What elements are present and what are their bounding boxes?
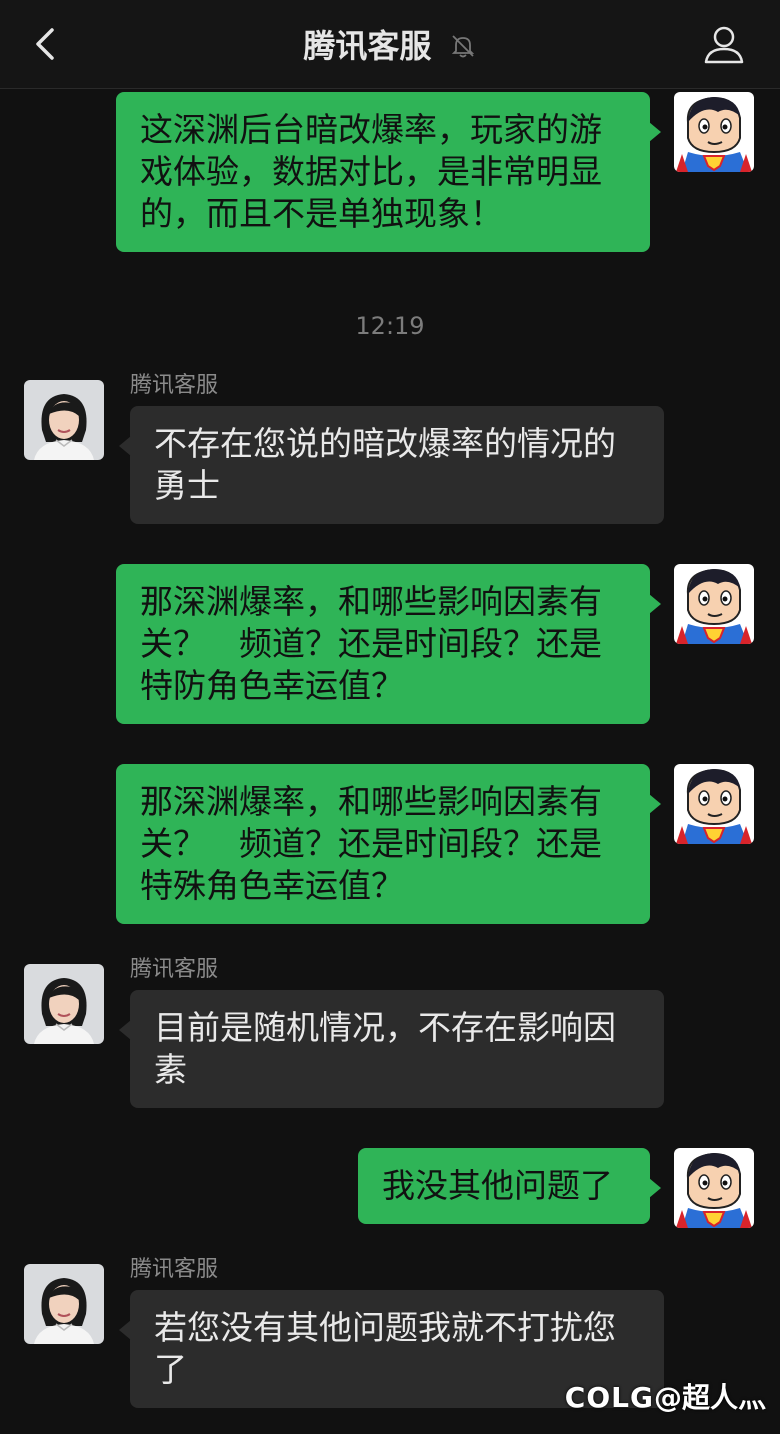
- message-bubble-outgoing[interactable]: 那深渊爆率，和哪些影响因素有关？ 频道？还是时间段？还是特殊角色幸运值？: [116, 764, 661, 924]
- sender-name: 腾讯客服: [130, 957, 219, 982]
- superman-avatar[interactable]: [674, 564, 754, 644]
- mute-bell-icon: [451, 35, 474, 58]
- watermark-user: @超人灬: [653, 1381, 766, 1414]
- agent-avatar[interactable]: [24, 964, 104, 1044]
- message-bubble-incoming[interactable]: 目前是随机情况，不存在影响因素: [119, 990, 664, 1108]
- message-bubble-outgoing[interactable]: 我没其他问题了: [358, 1148, 661, 1224]
- agent-avatar[interactable]: [24, 1264, 104, 1344]
- sender-name: 腾讯客服: [130, 373, 219, 398]
- chat-title: 腾讯客服: [0, 22, 780, 68]
- chat-title-text: 腾讯客服: [303, 27, 432, 65]
- superman-avatar[interactable]: [674, 92, 754, 172]
- sender-name: 腾讯客服: [130, 1257, 219, 1282]
- timestamp: 12:19: [355, 312, 425, 340]
- agent-avatar[interactable]: [24, 380, 104, 460]
- watermark-logo: COLG: [564, 1381, 654, 1414]
- superman-avatar[interactable]: [674, 1148, 754, 1228]
- message-bubble-outgoing[interactable]: 那深渊爆率，和哪些影响因素有关？ 频道？还是时间段？还是特防角色幸运值？: [116, 564, 661, 724]
- message-bubble-incoming[interactable]: 不存在您说的暗改爆率的情况的勇士: [119, 406, 664, 524]
- watermark: COLG@超人灬: [565, 1376, 766, 1416]
- chat-header: 腾讯客服: [0, 0, 780, 89]
- superman-avatar[interactable]: [674, 764, 754, 844]
- profile-icon[interactable]: [702, 22, 746, 66]
- message-bubble-outgoing[interactable]: 这深渊后台暗改爆率，玩家的游戏体验，数据对比，是非常明显的，而且不是单独现象！: [116, 92, 661, 252]
